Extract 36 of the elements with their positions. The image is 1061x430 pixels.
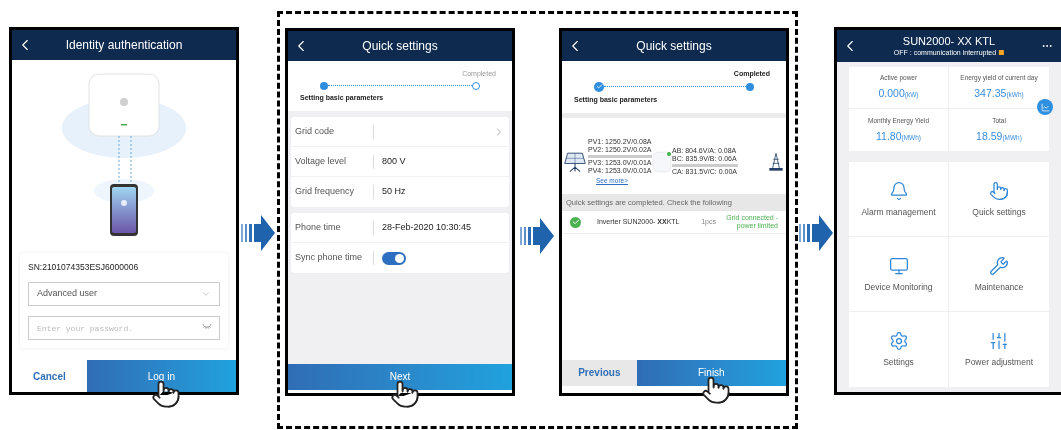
menu-tile[interactable]: Power adjustment — [949, 312, 1049, 387]
window-title: Quick settings — [362, 38, 438, 55]
touch-icon — [989, 180, 1009, 201]
setting-value: 800 V — [382, 154, 406, 168]
setting-value: 28-Feb-2020 10:30:45 — [382, 220, 472, 234]
monitor-icon — [888, 255, 909, 276]
action-button[interactable]: Finish — [636, 359, 786, 386]
window-title: SUN2000- XX KTL — [902, 35, 996, 48]
setting-value: 50 Hz — [382, 185, 406, 199]
toggle-switch[interactable] — [382, 251, 406, 265]
wrench-icon — [989, 255, 1009, 276]
user-type-select[interactable]: Advanced user — [28, 281, 220, 306]
sliders-icon — [989, 331, 1009, 351]
setting-label: Sync phone time — [294, 251, 364, 265]
menu-tile[interactable]: Device Monitoring — [849, 237, 949, 312]
chart-icon — [1040, 102, 1050, 112]
bell-icon — [888, 180, 909, 201]
inverter-icon — [654, 152, 670, 171]
setting-label: Grid frequency — [294, 185, 356, 199]
serial-number: SN:2101074353ESJ6000006 — [28, 260, 140, 274]
action-button[interactable]: Next — [288, 363, 512, 390]
window-title: Quick settings — [636, 38, 712, 55]
arrow-icon — [520, 218, 554, 254]
setting-label: Voltage level — [294, 154, 348, 168]
window-title: Identity authentication — [65, 37, 183, 54]
chart-button[interactable] — [1037, 99, 1053, 115]
setting-label: Phone time — [294, 220, 342, 234]
menu-tile[interactable]: Alarm management — [849, 162, 949, 237]
setting-label: Grid code — [294, 124, 336, 138]
menu-tile[interactable]: Settings — [849, 312, 949, 387]
action-button[interactable]: Previous — [562, 359, 637, 386]
arrow-icon — [241, 215, 275, 251]
arrow-icon — [799, 215, 833, 251]
menu-tile[interactable]: Quick settings — [949, 162, 1049, 237]
settings-icon — [888, 331, 909, 351]
menu-tile[interactable]: Maintenance — [949, 237, 1049, 312]
